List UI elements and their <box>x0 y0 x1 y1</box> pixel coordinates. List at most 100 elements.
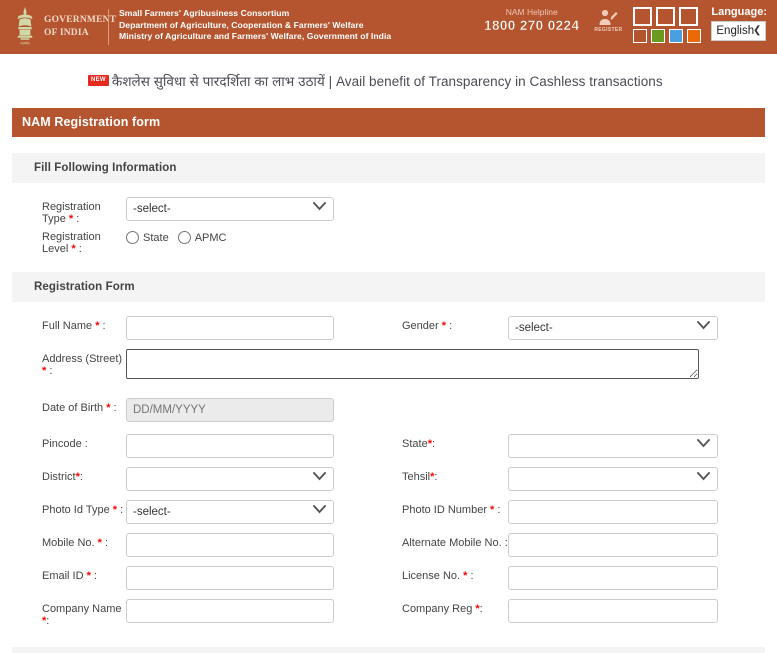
field-state: State*: <box>392 434 757 458</box>
company-name-input[interactable] <box>126 599 334 623</box>
gender-select-wrap: -select- <box>508 316 718 340</box>
label-tehsil: Tehsil*: <box>402 471 438 483</box>
required-marker: * <box>42 615 47 627</box>
radio-registration-level-state[interactable] <box>126 231 139 244</box>
field-date-of-birth: Date of Birth * : <box>12 398 392 422</box>
control-license <box>508 566 757 590</box>
label-full-name-text: Full Name <box>42 320 93 332</box>
field-gender: Gender * : -select- <box>392 316 757 340</box>
theme-swatch-orange[interactable] <box>687 29 702 43</box>
field-pincode: Pincode : <box>12 434 392 458</box>
full-name-input[interactable] <box>126 316 334 340</box>
field-photo-id-number: Photo ID Number * : <box>392 500 757 524</box>
pincode-input[interactable] <box>126 434 334 458</box>
label-registration-level: Registration Level * : <box>42 231 101 255</box>
field-email: Email ID * : <box>12 566 392 590</box>
field-photo-id-type: Photo Id Type * : -select- <box>12 500 392 524</box>
control-full-name <box>126 316 392 340</box>
label-registration-type: Registration Type * : <box>42 201 101 225</box>
ministry-line-2: Department of Agriculture, Cooperation &… <box>119 19 364 30</box>
photo-id-type-select[interactable]: -select- <box>126 500 334 524</box>
field-address: Address (Street) * : <box>12 349 699 384</box>
theme-swatch-blue[interactable] <box>669 29 684 43</box>
text-size-box-1[interactable] <box>633 7 653 26</box>
ministry-line-1: Small Farmers' Agribusiness Consortium <box>119 8 290 18</box>
ministry-line-3: Ministry of Agriculture and Farmers' Wel… <box>119 31 392 42</box>
registration-form-body: Fill Following Information Registration … <box>12 137 765 653</box>
gender-select[interactable]: -select- <box>508 316 718 340</box>
label-photo-id-type-text: Photo Id Type <box>42 504 110 516</box>
row-address: Address (Street) * : <box>12 349 765 384</box>
label-state: State*: <box>402 438 436 450</box>
license-input[interactable] <box>508 566 718 590</box>
required-marker: * <box>75 471 80 483</box>
control-address <box>126 349 699 384</box>
required-marker: * <box>490 504 495 516</box>
label-alternate-mobile: Alternate Mobile No. : <box>402 537 508 549</box>
date-of-birth-input[interactable] <box>126 398 334 422</box>
page-title: NAM Registration form <box>12 108 765 137</box>
label-full-name: Full Name * : <box>42 320 106 332</box>
state-select[interactable] <box>508 434 718 458</box>
required-marker: * <box>463 570 468 582</box>
control-alternate-mobile <box>508 533 757 557</box>
control-tehsil <box>508 467 757 491</box>
district-select[interactable] <box>126 467 334 491</box>
label-pincode: Pincode : <box>42 438 88 450</box>
label-email: Email ID * : <box>42 570 98 582</box>
marquee-text[interactable]: कैशलेस सुविधा से पारदर्शिता का लाभ उठाये… <box>112 72 663 90</box>
control-state <box>508 434 757 458</box>
required-marker: * <box>475 603 480 615</box>
label-company-reg: Company Reg *: <box>402 603 483 615</box>
label-date-of-birth-text: Date of Birth <box>42 402 104 414</box>
language-select[interactable]: English <box>711 21 767 41</box>
label-email-text: Email ID <box>42 570 84 582</box>
marquee-content: NEW कैशलेस सुविधा से पारदर्शिता का लाभ उ… <box>88 72 663 90</box>
label-company-reg-text: Company Reg <box>402 603 473 615</box>
tehsil-select[interactable] <box>508 467 718 491</box>
email-input[interactable] <box>126 566 334 590</box>
photo-id-number-input[interactable] <box>508 500 718 524</box>
site-header: सत्यमेव GOVERNMENT OF INDIA Small Farmer… <box>0 0 777 54</box>
radio-registration-level-apmc[interactable] <box>177 231 191 244</box>
helpline-label: NAM Helpline <box>505 7 558 17</box>
required-marker: * <box>106 402 111 414</box>
row-fullname-gender: Full Name * : Gender * : -select- <box>12 316 765 340</box>
required-marker: * <box>95 320 100 332</box>
label-state-text: State <box>402 438 428 450</box>
nam-helpline-block: NAM Helpline 1800 270 0224 <box>484 0 579 54</box>
control-photo-id-type: -select- <box>126 500 392 524</box>
text-size-box-2[interactable] <box>656 7 676 26</box>
control-mobile <box>126 533 392 557</box>
photo-id-type-select-wrap: -select- <box>126 500 334 524</box>
new-badge-icon: NEW <box>88 74 109 86</box>
section-body-fill-info: Registration Type * : -select- Registrat… <box>12 183 765 272</box>
theme-swatch-green[interactable] <box>651 29 666 43</box>
company-reg-input[interactable] <box>508 599 718 623</box>
registration-type-select[interactable]: -select- <box>126 197 334 221</box>
gov-line-2: OF INDIA <box>44 28 89 38</box>
field-district: District*: <box>12 467 392 491</box>
mobile-input[interactable] <box>126 533 334 557</box>
field-tehsil: Tehsil*: <box>392 467 757 491</box>
label-gender-text: Gender <box>402 320 439 332</box>
label-company-name: Company Name *: <box>42 603 122 627</box>
svg-text:सत्यमेव: सत्यमेव <box>20 41 29 46</box>
swatch-row-bottom <box>633 29 702 43</box>
address-textarea[interactable] <box>126 349 699 379</box>
accessibility-swatches <box>633 0 702 54</box>
field-full-name: Full Name * : <box>12 316 392 340</box>
label-district: District*: <box>42 471 83 483</box>
register-button[interactable]: REGISTER <box>587 0 629 54</box>
control-date-of-birth <box>126 398 392 422</box>
alternate-mobile-input[interactable] <box>508 533 718 557</box>
theme-swatch-default[interactable] <box>633 29 648 43</box>
label-radio-state[interactable]: State <box>143 232 169 244</box>
label-photo-id-number-text: Photo ID Number <box>402 504 487 516</box>
control-registration-type: -select- <box>126 197 392 221</box>
required-marker: * <box>97 537 102 549</box>
text-size-box-3[interactable] <box>679 7 699 26</box>
label-license: License No. * : <box>402 570 474 582</box>
label-radio-apmc[interactable]: APMC <box>195 232 227 244</box>
row-district-tehsil: District*: Tehsil*: <box>12 467 765 491</box>
